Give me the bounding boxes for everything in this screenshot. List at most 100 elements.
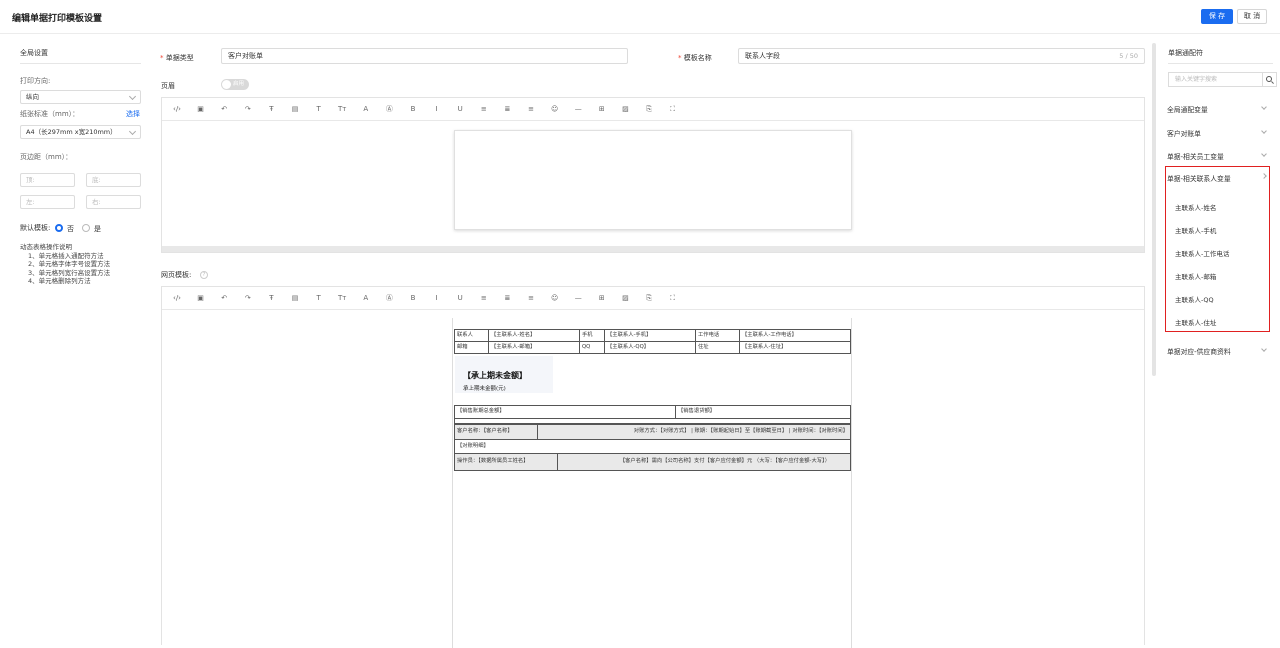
underline-icon[interactable]: U xyxy=(455,104,465,114)
align-right-icon[interactable]: ≡ xyxy=(526,104,536,114)
bg-color-icon[interactable]: Ⓐ xyxy=(384,293,394,303)
help-item: 2、单元格字体字号设置方法 xyxy=(28,260,111,268)
fullscreen-icon[interactable]: ⛶ xyxy=(668,104,678,114)
table-cell[interactable]: 【客户名称】需向【公司名称】支付【客户应付金额】元 （大写：【客户应付金额-大写… xyxy=(557,453,851,471)
underline-icon[interactable]: U xyxy=(455,293,465,303)
paper-select-link[interactable]: 选择 xyxy=(126,109,140,119)
bold-icon[interactable]: B xyxy=(408,293,418,303)
margin-top-input[interactable]: 顶: xyxy=(20,173,75,187)
align-left-icon[interactable]: ≡ xyxy=(479,293,489,303)
align-right-icon[interactable]: ≡ xyxy=(526,293,536,303)
paper-label: 纸张标准（mm）： xyxy=(20,110,80,118)
redo-icon[interactable]: ↷ xyxy=(243,293,253,303)
doc-type-label: * 单据类型 xyxy=(160,54,194,62)
divider-icon[interactable]: — xyxy=(573,104,583,114)
doc-type-input[interactable]: 客户对账单 xyxy=(221,48,628,64)
help-item: 1、单元格插入通配符方法 xyxy=(28,251,104,260)
orientation-label: 打印方向: xyxy=(20,77,51,85)
template-icon[interactable]: ▣ xyxy=(196,293,206,303)
table-cell[interactable]: 住址 xyxy=(695,341,740,354)
table-cell[interactable]: 【对账明细】 xyxy=(454,439,851,454)
table-cell[interactable]: 对账方式：【对账方式】 | 账期：【账期起始日】至【账期截至日】 | 对账时间：… xyxy=(537,424,851,440)
divider-icon[interactable]: — xyxy=(573,293,583,303)
group-staff-vars[interactable]: 单据-相关员工变量 xyxy=(1167,151,1224,161)
image-icon[interactable]: ▨ xyxy=(620,104,630,114)
wildcard-item[interactable]: 主联系人-手机 xyxy=(1175,225,1216,235)
undo-icon[interactable]: ↶ xyxy=(219,293,229,303)
align-center-icon[interactable]: ≣ xyxy=(502,293,512,303)
vertical-scrollbar[interactable] xyxy=(1152,43,1156,376)
strikethrough-icon[interactable]: Ŧ xyxy=(266,104,276,114)
margin-left-input[interactable]: 左: xyxy=(20,195,75,209)
font-icon[interactable]: T xyxy=(314,104,324,114)
emoji-icon[interactable]: ☺ xyxy=(550,104,560,114)
web-template-paper[interactable]: 联系人 【主联系人-姓名】 手机 【主联系人-手机】 工作电话 【主联系人-工作… xyxy=(452,318,852,648)
table-cell[interactable]: 【主联系人-QQ】 xyxy=(604,341,696,354)
default-no-radio[interactable] xyxy=(55,224,63,232)
template-name-input[interactable]: 联系人字段 5 / 50 xyxy=(738,48,1145,64)
table-help: 动态表格操作说明 1、单元格插入通配符方法 2、单元格字体字号设置方法 3、单元… xyxy=(20,243,110,286)
wildcard-item[interactable]: 主联系人-住址 xyxy=(1175,317,1216,327)
table-cell[interactable]: 操作员：【数据所属员工姓名】 xyxy=(454,453,558,471)
align-center-icon[interactable]: ≣ xyxy=(502,104,512,114)
paper-select[interactable]: A4（长297mm x宽210mm） xyxy=(20,125,141,139)
table-cell[interactable]: 邮箱 xyxy=(454,341,489,354)
fullscreen-icon[interactable]: ⛶ xyxy=(668,293,678,303)
table-cell[interactable]: 【销售退货额】 xyxy=(675,405,851,419)
strikethrough-icon[interactable]: Ŧ xyxy=(266,293,276,303)
table-cell[interactable]: 【主联系人-住址】 xyxy=(739,341,851,354)
help-icon[interactable]: ? xyxy=(200,271,208,279)
wildcard-item[interactable]: 主联系人-姓名 xyxy=(1175,202,1216,212)
group-customer-statement[interactable]: 客户对账单 xyxy=(1167,128,1201,138)
wildcard-search-input[interactable]: 输入关键字搜索 xyxy=(1168,72,1263,87)
font-size-icon[interactable]: Tт xyxy=(337,104,347,114)
web-template-editor[interactable]: ‹/› ▣ ↶ ↷ Ŧ ▤ T Tт A Ⓐ B I U ≡ ≣ ≡ ☺ — ⊞ ▨ ⎘ ⛶ 联系人 【主联系人-姓名】 … xyxy=(161,286,1145,648)
margin-bottom-input[interactable]: 底: xyxy=(86,173,141,187)
save-button[interactable]: 保 存 xyxy=(1201,9,1233,24)
emoji-icon[interactable]: ☺ xyxy=(550,293,560,303)
horizontal-scrollbar[interactable] xyxy=(162,246,1144,252)
web-template-label: 网页模板: xyxy=(161,271,192,279)
header-editor[interactable]: ‹/› ▣ ↶ ↷ Ŧ ▤ T Tт A Ⓐ B I U ≡ ≣ ≡ ☺ — ⊞ ▨ ⎘ ⛶ xyxy=(161,97,1145,253)
bold-icon[interactable]: B xyxy=(408,104,418,114)
wildcard-item[interactable]: 主联系人-QQ xyxy=(1175,294,1214,304)
table-icon[interactable]: ⊞ xyxy=(597,104,607,114)
table-cell[interactable]: QQ xyxy=(579,341,605,354)
margin-right-input[interactable]: 右: xyxy=(86,195,141,209)
italic-icon[interactable]: I xyxy=(432,293,442,303)
bg-color-icon[interactable]: Ⓐ xyxy=(384,104,394,114)
code-icon[interactable]: ‹/› xyxy=(172,293,182,303)
code-icon[interactable]: ‹/› xyxy=(172,104,182,114)
default-yes-radio[interactable] xyxy=(82,224,90,232)
font-icon[interactable]: T xyxy=(314,293,324,303)
header-paper[interactable] xyxy=(454,130,852,230)
undo-icon[interactable]: ↶ xyxy=(219,104,229,114)
font-color-icon[interactable]: A xyxy=(361,104,371,114)
group-supplier-vars[interactable]: 单据对应-供应商资料 xyxy=(1167,346,1231,356)
table-icon[interactable]: ⊞ xyxy=(597,293,607,303)
group-contact-vars[interactable]: 单据-相关联系人变量 xyxy=(1167,173,1231,183)
char-counter: 5 / 50 xyxy=(1119,52,1138,60)
wildcard-panel: 单据通配符 输入关键字搜索 全局通配变量 客户对账单 单据-相关员工变量 单据-… xyxy=(1158,34,1280,645)
header-toggle[interactable]: 启用 xyxy=(221,79,249,90)
format-painter-icon[interactable]: ▤ xyxy=(290,293,300,303)
orientation-select[interactable]: 纵向 xyxy=(20,90,141,104)
format-painter-icon[interactable]: ▤ xyxy=(290,104,300,114)
wildcard-item[interactable]: 主联系人-工作电话 xyxy=(1175,248,1229,258)
table-cell[interactable]: 【销售账期总金额】 xyxy=(454,405,676,419)
attachment-icon[interactable]: ⎘ xyxy=(644,104,654,114)
redo-icon[interactable]: ↷ xyxy=(243,104,253,114)
align-left-icon[interactable]: ≡ xyxy=(479,104,489,114)
font-color-icon[interactable]: A xyxy=(361,293,371,303)
search-button[interactable] xyxy=(1263,72,1277,87)
table-cell[interactable]: 客户名称：【客户名称】 xyxy=(454,424,538,440)
attachment-icon[interactable]: ⎘ xyxy=(644,293,654,303)
cancel-button[interactable]: 取 消 xyxy=(1237,9,1267,24)
wildcard-item[interactable]: 主联系人-邮箱 xyxy=(1175,271,1216,281)
group-global-vars[interactable]: 全局通配变量 xyxy=(1167,104,1208,114)
template-icon[interactable]: ▣ xyxy=(196,104,206,114)
font-size-icon[interactable]: Tт xyxy=(337,293,347,303)
table-cell[interactable]: 【主联系人-邮箱】 xyxy=(488,341,580,354)
italic-icon[interactable]: I xyxy=(432,104,442,114)
image-icon[interactable]: ▨ xyxy=(620,293,630,303)
